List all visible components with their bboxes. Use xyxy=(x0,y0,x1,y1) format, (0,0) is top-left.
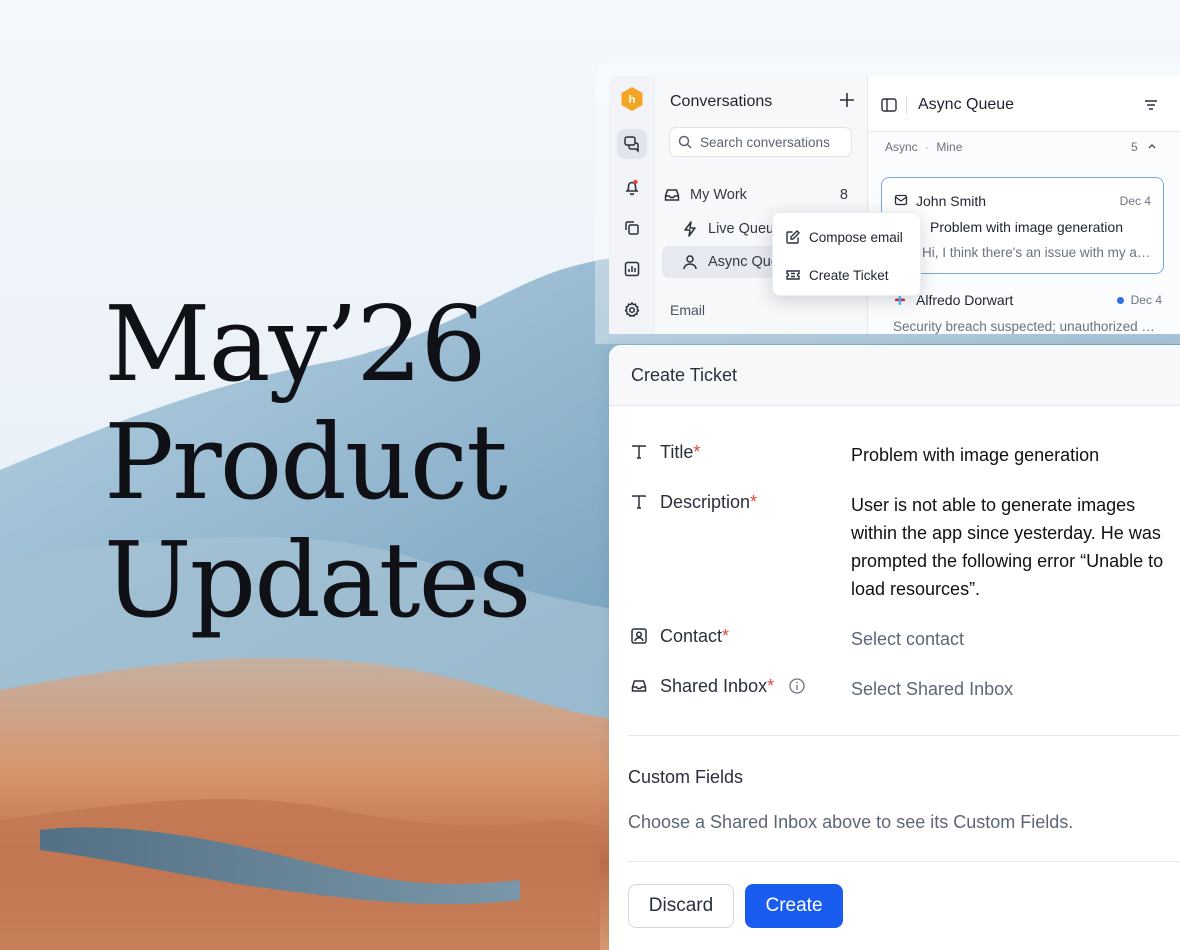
field-label-text: Shared Inbox xyxy=(660,675,768,696)
field-label-text: Description xyxy=(660,491,751,512)
shared-inbox-select[interactable]: Select Shared Inbox xyxy=(851,675,1013,703)
description-line: within the app since yesterday. He was xyxy=(851,523,1161,543)
icon-rail: h xyxy=(609,76,655,334)
nav-item-my-work[interactable]: My Work 8 xyxy=(662,179,862,211)
discard-button[interactable]: Discard xyxy=(628,884,734,928)
user-icon xyxy=(680,252,700,272)
conversation-date: Dec 4 xyxy=(1130,293,1162,307)
conversation-preview: Hi, I think there's an issue with my acc… xyxy=(922,245,1152,260)
section-label-email: Email xyxy=(670,302,706,318)
inbox-icon xyxy=(628,675,650,697)
search-box[interactable] xyxy=(669,127,852,157)
copy-icon[interactable] xyxy=(617,213,647,243)
description-line: prompted the following error “Unable to xyxy=(851,551,1164,571)
create-ticket-panel: Create Ticket Title* Problem with image … xyxy=(609,345,1180,950)
create-ticket-title: Create Ticket xyxy=(631,365,738,385)
conversation-name: Alfredo Dorwart xyxy=(916,292,1014,308)
field-label-text: Contact xyxy=(660,625,723,646)
field-label: Title* xyxy=(628,441,700,463)
conversation-card-selected[interactable]: John Smith Dec 4 Problem with image gene… xyxy=(881,177,1164,274)
description-value[interactable]: User is not able to generate images with… xyxy=(851,491,1163,603)
filter-mine[interactable]: Mine xyxy=(936,140,962,154)
conversation-subject: Problem with image generation xyxy=(930,219,1123,235)
required-mark: * xyxy=(767,675,775,696)
conversation-date: Dec 4 xyxy=(1119,194,1151,208)
field-label: Description* xyxy=(628,491,757,513)
nav-item-label: My Work xyxy=(690,187,747,203)
queue-title: Async Queue xyxy=(918,96,1015,113)
menu-item-label: Compose email xyxy=(809,229,903,245)
footer-divider xyxy=(628,861,1180,862)
menu-item-create-ticket[interactable]: Create Ticket xyxy=(785,264,889,286)
contact-card-icon xyxy=(628,625,650,647)
hero-line-3: Updates xyxy=(104,519,532,641)
unread-dot xyxy=(1117,297,1124,304)
chevron-up-icon[interactable] xyxy=(1147,141,1157,151)
hero-headline: May’26 Product Updates xyxy=(104,283,532,641)
chart-icon[interactable] xyxy=(617,254,647,284)
description-line: User is not able to generate images xyxy=(851,495,1136,515)
text-icon xyxy=(628,441,650,463)
header-separator xyxy=(906,96,907,114)
section-divider xyxy=(628,735,1180,736)
required-mark: * xyxy=(750,491,758,512)
hero-line-2: Product xyxy=(104,401,508,523)
queue-header: Async Queue xyxy=(868,76,1180,132)
info-icon[interactable] xyxy=(786,675,808,697)
hero-line-1: May’26 xyxy=(104,283,487,405)
filter-icon[interactable] xyxy=(1142,96,1160,119)
queue-filters[interactable]: Async · Mine xyxy=(885,140,962,154)
menu-item-compose-email[interactable]: Compose email xyxy=(785,226,903,248)
conversations-title: Conversations xyxy=(670,93,773,110)
create-ticket-header: Create Ticket xyxy=(609,345,1180,406)
plus-icon xyxy=(840,93,854,107)
text-icon xyxy=(628,491,650,513)
mail-icon xyxy=(894,193,908,212)
contact-select[interactable]: Select contact xyxy=(851,625,964,653)
menu-item-label: Create Ticket xyxy=(809,267,889,283)
edit-icon xyxy=(786,230,800,244)
new-conversation-button[interactable] xyxy=(837,90,857,110)
gear-icon[interactable] xyxy=(617,295,647,325)
search-icon xyxy=(678,135,692,149)
queue-count-value: 5 xyxy=(1131,140,1138,154)
logo-icon[interactable]: h xyxy=(620,86,644,112)
field-label-text: Title xyxy=(660,441,694,462)
field-label: Shared Inbox* xyxy=(628,675,808,697)
filter-async[interactable]: Async xyxy=(885,140,918,154)
required-mark: * xyxy=(693,441,701,462)
title-value[interactable]: Problem with image generation xyxy=(851,441,1099,469)
chat-bubbles-icon[interactable] xyxy=(617,129,647,159)
lightning-icon xyxy=(680,219,700,239)
queue-count: 5 xyxy=(1131,140,1157,154)
conversation-preview: Security breach suspected; unauthorized … xyxy=(893,319,1155,334)
sidebar-toggle-icon[interactable] xyxy=(880,96,898,119)
svg-text:h: h xyxy=(629,94,636,106)
inbox-icon xyxy=(662,185,682,205)
filter-separator: · xyxy=(925,140,930,154)
search-input[interactable] xyxy=(700,134,850,150)
field-label: Contact* xyxy=(628,625,729,647)
required-mark: * xyxy=(722,625,730,646)
custom-fields-help: Choose a Shared Inbox above to see its C… xyxy=(628,812,1074,832)
nav-item-count: 8 xyxy=(839,187,848,203)
ticket-icon xyxy=(786,270,800,280)
bell-icon[interactable] xyxy=(617,172,647,202)
create-button[interactable]: Create xyxy=(745,884,843,928)
conversation-name: John Smith xyxy=(916,193,987,209)
conversation-row[interactable]: Alfredo Dorwart Dec 4 Security breach su… xyxy=(890,292,1170,334)
custom-fields-title: Custom Fields xyxy=(628,767,744,787)
new-item-menu: Compose email Create Ticket xyxy=(772,212,921,296)
description-line: load resources”. xyxy=(851,579,981,599)
